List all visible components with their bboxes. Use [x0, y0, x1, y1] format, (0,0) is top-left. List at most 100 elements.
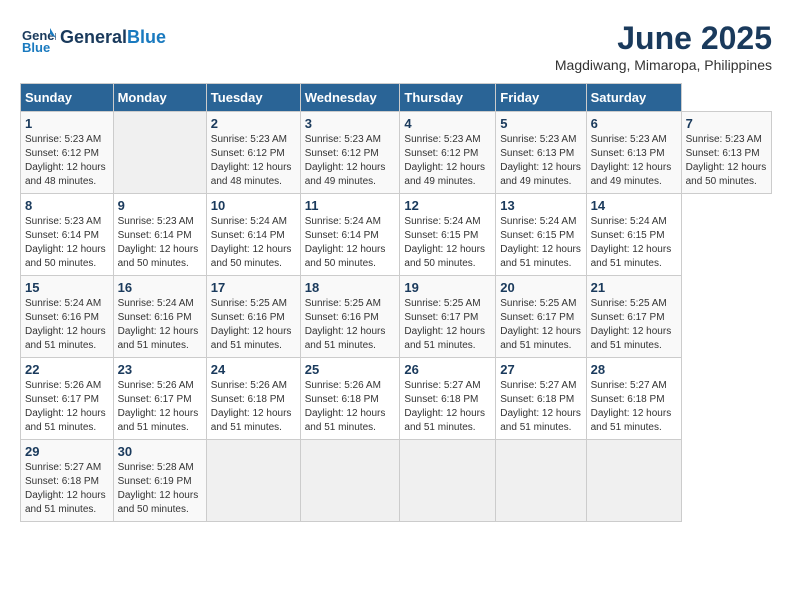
calendar-day-11: 11 Sunrise: 5:24 AM Sunset: 6:14 PM Dayli… — [300, 194, 400, 276]
calendar-day-3: 3 Sunrise: 5:23 AM Sunset: 6:12 PM Daylig… — [300, 112, 400, 194]
calendar-day-30: 30 Sunrise: 5:28 AM Sunset: 6:19 PM Dayli… — [113, 440, 206, 522]
calendar-day-empty — [113, 112, 206, 194]
day-number: 25 — [305, 362, 396, 377]
calendar-day-17: 17 Sunrise: 5:25 AM Sunset: 6:16 PM Dayli… — [206, 276, 300, 358]
logo-general: General — [60, 27, 127, 47]
day-info: Sunrise: 5:24 AM Sunset: 6:15 PM Dayligh… — [591, 215, 677, 271]
calendar-day-23: 23Sunrise: 5:26 AM Sunset: 6:17 PM Dayli… — [113, 358, 206, 440]
calendar-day-26: 26Sunrise: 5:27 AM Sunset: 6:18 PM Dayli… — [400, 358, 496, 440]
calendar-day-1: 1 Sunrise: 5:23 AM Sunset: 6:12 PM Daylig… — [21, 112, 114, 194]
month-title: June 2025 — [555, 20, 772, 57]
day-info: Sunrise: 5:24 AM Sunset: 6:14 PM Dayligh… — [305, 215, 396, 271]
calendar-week-4: 29 Sunrise: 5:27 AM Sunset: 6:18 PM Dayli… — [21, 440, 772, 522]
day-info: Sunrise: 5:28 AM Sunset: 6:19 PM Dayligh… — [118, 461, 202, 517]
calendar-day-10: 10 Sunrise: 5:24 AM Sunset: 6:14 PM Dayli… — [206, 194, 300, 276]
day-number: 8 — [25, 198, 109, 213]
calendar-day-18: 18 Sunrise: 5:25 AM Sunset: 6:16 PM Dayli… — [300, 276, 400, 358]
day-number: 22 — [25, 362, 109, 377]
day-info: Sunrise: 5:23 AM Sunset: 6:14 PM Dayligh… — [25, 215, 109, 271]
calendar-day-29: 29 Sunrise: 5:27 AM Sunset: 6:18 PM Dayli… — [21, 440, 114, 522]
calendar-day-27: 27Sunrise: 5:27 AM Sunset: 6:18 PM Dayli… — [496, 358, 586, 440]
day-number: 5 — [500, 116, 581, 131]
col-header-thursday: Thursday — [400, 84, 496, 112]
day-number: 14 — [591, 198, 677, 213]
calendar-day-7: 7 Sunrise: 5:23 AM Sunset: 6:13 PM Daylig… — [681, 112, 771, 194]
calendar-day-24: 24 Sunrise: 5:26 AM Sunset: 6:18 PM Dayli… — [206, 358, 300, 440]
calendar-header-row: SundayMondayTuesdayWednesdayThursdayFrid… — [21, 84, 772, 112]
day-info: Sunrise: 5:24 AM Sunset: 6:15 PM Dayligh… — [500, 215, 581, 271]
day-number: 21 — [591, 280, 677, 295]
day-info: Sunrise: 5:23 AM Sunset: 6:12 PM Dayligh… — [211, 133, 296, 189]
page-header: General Blue GeneralBlue June 2025 Magdi… — [20, 20, 772, 73]
day-number: 18 — [305, 280, 396, 295]
day-number: 10 — [211, 198, 296, 213]
day-number: 16 — [118, 280, 202, 295]
day-number: 20 — [500, 280, 581, 295]
day-info: Sunrise: 5:24 AM Sunset: 6:14 PM Dayligh… — [211, 215, 296, 271]
logo-blue: Blue — [127, 27, 166, 47]
day-info: Sunrise: 5:26 AM Sunset: 6:17 PM Dayligh… — [25, 379, 109, 435]
day-info: Sunrise: 5:25 AM Sunset: 6:17 PM Dayligh… — [500, 297, 581, 353]
calendar-day-16: 16Sunrise: 5:24 AM Sunset: 6:16 PM Dayli… — [113, 276, 206, 358]
day-number: 6 — [591, 116, 677, 131]
calendar-day-2: 2 Sunrise: 5:23 AM Sunset: 6:12 PM Daylig… — [206, 112, 300, 194]
day-number: 24 — [211, 362, 296, 377]
title-block: June 2025 Magdiwang, Mimaropa, Philippin… — [555, 20, 772, 73]
day-info: Sunrise: 5:25 AM Sunset: 6:17 PM Dayligh… — [591, 297, 677, 353]
day-number: 3 — [305, 116, 396, 131]
calendar-day-25: 25 Sunrise: 5:26 AM Sunset: 6:18 PM Dayli… — [300, 358, 400, 440]
day-info: Sunrise: 5:25 AM Sunset: 6:16 PM Dayligh… — [305, 297, 396, 353]
calendar-day-empty — [400, 440, 496, 522]
calendar-day-5: 5 Sunrise: 5:23 AM Sunset: 6:13 PM Daylig… — [496, 112, 586, 194]
day-info: Sunrise: 5:26 AM Sunset: 6:18 PM Dayligh… — [305, 379, 396, 435]
calendar-day-8: 8 Sunrise: 5:23 AM Sunset: 6:14 PM Daylig… — [21, 194, 114, 276]
day-number: 9 — [118, 198, 202, 213]
day-number: 4 — [404, 116, 491, 131]
calendar-day-12: 12Sunrise: 5:24 AM Sunset: 6:15 PM Dayli… — [400, 194, 496, 276]
col-header-tuesday: Tuesday — [206, 84, 300, 112]
calendar-day-6: 6 Sunrise: 5:23 AM Sunset: 6:13 PM Daylig… — [586, 112, 681, 194]
day-number: 30 — [118, 444, 202, 459]
calendar-day-15: 15 Sunrise: 5:24 AM Sunset: 6:16 PM Dayli… — [21, 276, 114, 358]
day-info: Sunrise: 5:23 AM Sunset: 6:12 PM Dayligh… — [305, 133, 396, 189]
day-number: 15 — [25, 280, 109, 295]
day-number: 1 — [25, 116, 109, 131]
calendar-day-empty — [206, 440, 300, 522]
svg-text:Blue: Blue — [22, 40, 50, 55]
day-info: Sunrise: 5:25 AM Sunset: 6:17 PM Dayligh… — [404, 297, 491, 353]
day-number: 26 — [404, 362, 491, 377]
day-info: Sunrise: 5:23 AM Sunset: 6:13 PM Dayligh… — [686, 133, 767, 189]
calendar-week-2: 15 Sunrise: 5:24 AM Sunset: 6:16 PM Dayli… — [21, 276, 772, 358]
col-header-friday: Friday — [496, 84, 586, 112]
day-info: Sunrise: 5:24 AM Sunset: 6:15 PM Dayligh… — [404, 215, 491, 271]
day-info: Sunrise: 5:25 AM Sunset: 6:16 PM Dayligh… — [211, 297, 296, 353]
day-info: Sunrise: 5:24 AM Sunset: 6:16 PM Dayligh… — [25, 297, 109, 353]
day-number: 11 — [305, 198, 396, 213]
calendar-day-4: 4Sunrise: 5:23 AM Sunset: 6:12 PM Daylig… — [400, 112, 496, 194]
day-info: Sunrise: 5:27 AM Sunset: 6:18 PM Dayligh… — [591, 379, 677, 435]
day-number: 7 — [686, 116, 767, 131]
day-number: 2 — [211, 116, 296, 131]
col-header-sunday: Sunday — [21, 84, 114, 112]
day-info: Sunrise: 5:27 AM Sunset: 6:18 PM Dayligh… — [25, 461, 109, 517]
calendar-week-3: 22 Sunrise: 5:26 AM Sunset: 6:17 PM Dayli… — [21, 358, 772, 440]
day-number: 29 — [25, 444, 109, 459]
col-header-monday: Monday — [113, 84, 206, 112]
calendar-day-empty — [586, 440, 681, 522]
calendar-table: SundayMondayTuesdayWednesdayThursdayFrid… — [20, 83, 772, 522]
day-info: Sunrise: 5:26 AM Sunset: 6:18 PM Dayligh… — [211, 379, 296, 435]
day-info: Sunrise: 5:23 AM Sunset: 6:12 PM Dayligh… — [25, 133, 109, 189]
day-number: 19 — [404, 280, 491, 295]
calendar-day-19: 19 Sunrise: 5:25 AM Sunset: 6:17 PM Dayli… — [400, 276, 496, 358]
day-info: Sunrise: 5:23 AM Sunset: 6:13 PM Dayligh… — [500, 133, 581, 189]
day-info: Sunrise: 5:27 AM Sunset: 6:18 PM Dayligh… — [500, 379, 581, 435]
calendar-day-empty — [496, 440, 586, 522]
day-number: 17 — [211, 280, 296, 295]
day-info: Sunrise: 5:23 AM Sunset: 6:14 PM Dayligh… — [118, 215, 202, 271]
logo-icon: General Blue — [20, 20, 56, 56]
day-info: Sunrise: 5:23 AM Sunset: 6:13 PM Dayligh… — [591, 133, 677, 189]
location-subtitle: Magdiwang, Mimaropa, Philippines — [555, 57, 772, 73]
calendar-day-22: 22 Sunrise: 5:26 AM Sunset: 6:17 PM Dayli… — [21, 358, 114, 440]
calendar-day-28: 28Sunrise: 5:27 AM Sunset: 6:18 PM Dayli… — [586, 358, 681, 440]
day-number: 23 — [118, 362, 202, 377]
